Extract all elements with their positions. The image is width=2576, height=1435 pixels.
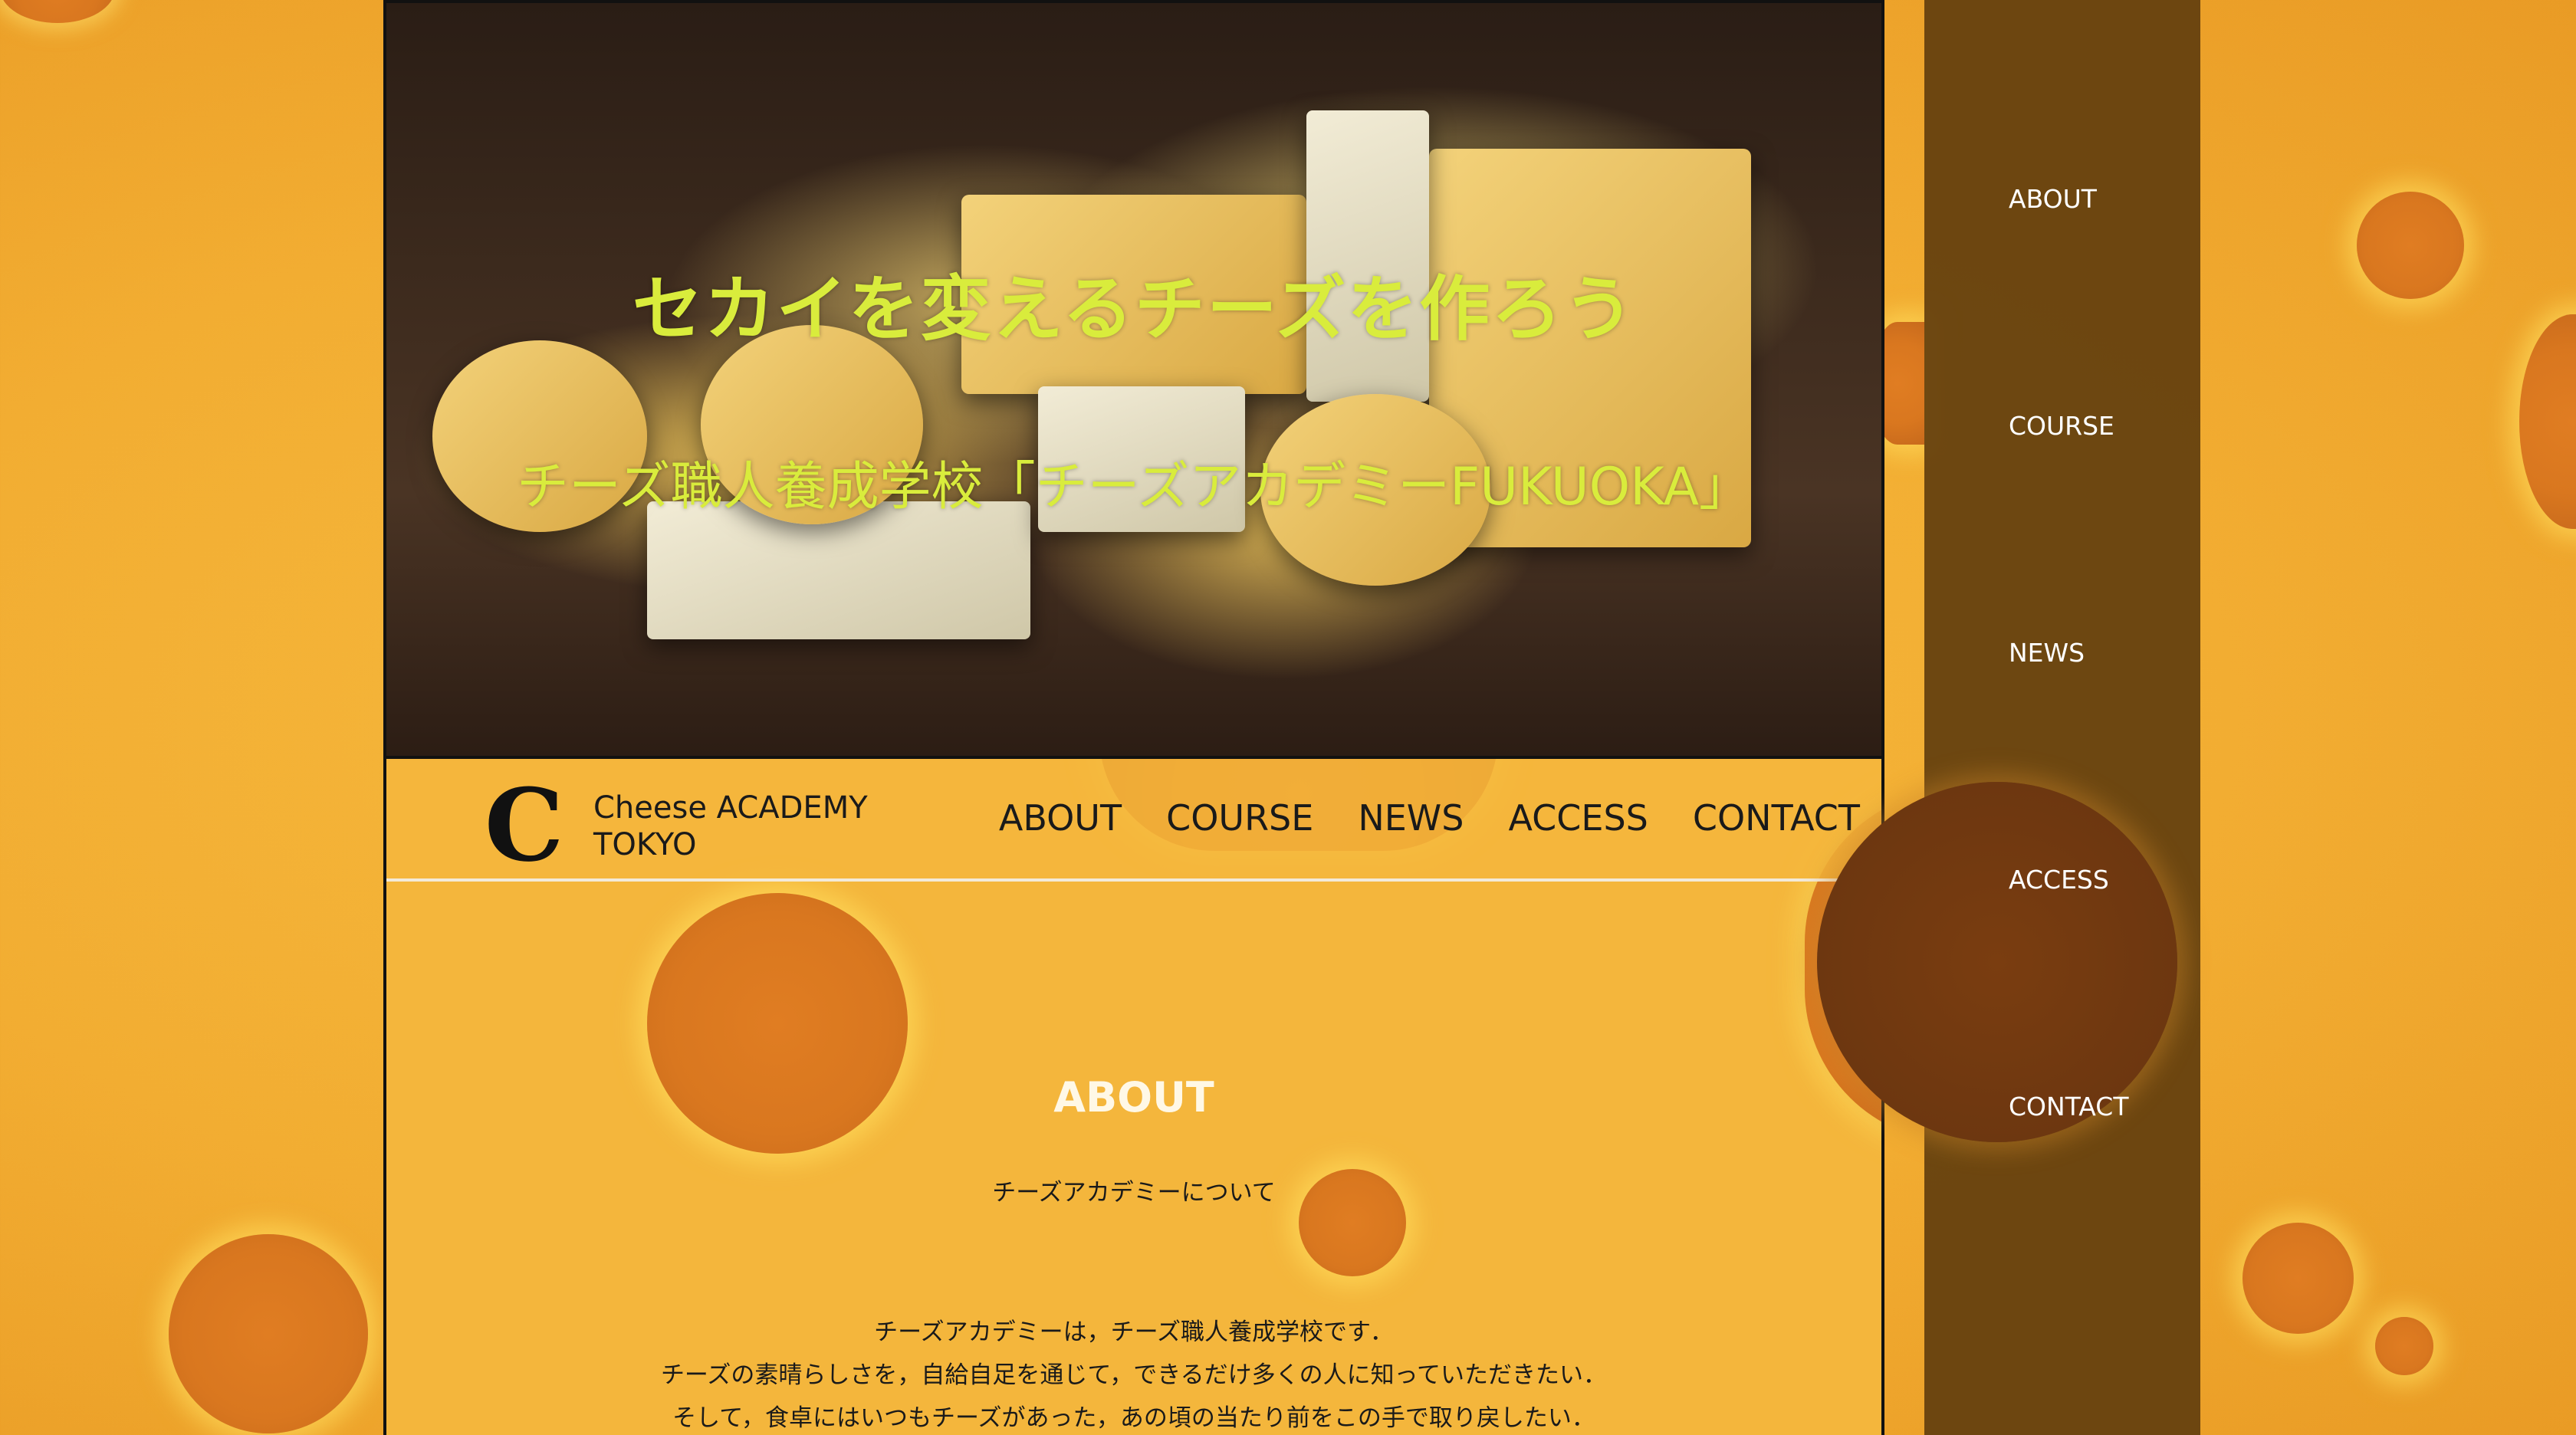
- cheese-hole-decoration: [2519, 314, 2576, 529]
- logo-c-mark[interactable]: C: [485, 776, 564, 875]
- hero-subtitle: チーズ職人養成学校「チーズアカデミーFUKUOKA」: [516, 457, 1752, 517]
- drawer-item-access[interactable]: ACCESS: [2009, 865, 2109, 895]
- logo-text[interactable]: Cheese ACADEMY TOKYO: [593, 790, 868, 863]
- cheese-image-brie: [647, 501, 1030, 639]
- cheese-hole-decoration: [169, 1234, 368, 1433]
- about-title: ABOUT: [1053, 1073, 1214, 1121]
- about-body-line: そして，食卓にはいつもチーズがあった，あの頃の当たり前をこの手で取り戻したい．: [672, 1404, 1595, 1432]
- drawer-item-about[interactable]: ABOUT: [2009, 184, 2097, 214]
- about-body-line: チーズの素晴らしさを，自給自足を通じて，できるだけ多くの人に知っていただきたい．: [660, 1361, 1608, 1389]
- about-subtitle: チーズアカデミーについて: [992, 1179, 1276, 1207]
- cheese-hole-decoration: [0, 0, 115, 23]
- cheese-hole-decoration: [2357, 192, 2464, 299]
- nav-contact[interactable]: CONTACT: [1693, 797, 1860, 839]
- hero-title: セカイを変えるチーズを作ろう: [632, 268, 1636, 350]
- logo-line-1: Cheese ACADEMY: [593, 790, 868, 826]
- nav-access[interactable]: ACCESS: [1508, 797, 1648, 839]
- drawer-item-news[interactable]: NEWS: [2009, 638, 2085, 668]
- about-section: ABOUT チーズアカデミーについて チーズアカデミーは，チーズ職人養成学校です…: [386, 882, 1881, 1435]
- side-drawer-menu: ABOUT COURSE NEWS ACCESS CONTACT: [1817, 0, 2200, 1435]
- about-body: チーズアカデミーは，チーズ職人養成学校です． チーズの素晴らしさを，自給自足を通…: [386, 1311, 1881, 1435]
- site-header: C Cheese ACADEMY TOKYO ABOUT COURSE NEWS…: [386, 759, 1881, 882]
- drawer-item-contact[interactable]: CONTACT: [2009, 1092, 2129, 1121]
- cheese-hole-decoration: [2242, 1223, 2354, 1334]
- cheese-hole-decoration: [1817, 782, 2177, 1142]
- about-body-line: チーズアカデミーは，チーズ職人養成学校です．: [874, 1318, 1394, 1346]
- cheese-hole-decoration: [2375, 1317, 2433, 1375]
- nav-course[interactable]: COURSE: [1166, 797, 1313, 839]
- hero-banner: セカイを変えるチーズを作ろう チーズ職人養成学校「チーズアカデミーFUKUOKA…: [386, 0, 1881, 759]
- logo-line-2: TOKYO: [593, 827, 697, 862]
- main-nav: ABOUT COURSE NEWS ACCESS CONTACT: [999, 797, 1860, 839]
- main-page: セカイを変えるチーズを作ろう チーズ職人養成学校「チーズアカデミーFUKUOKA…: [383, 0, 1884, 1435]
- nav-news[interactable]: NEWS: [1358, 797, 1464, 839]
- drawer-item-course[interactable]: COURSE: [2009, 411, 2114, 441]
- nav-about[interactable]: ABOUT: [999, 797, 1122, 839]
